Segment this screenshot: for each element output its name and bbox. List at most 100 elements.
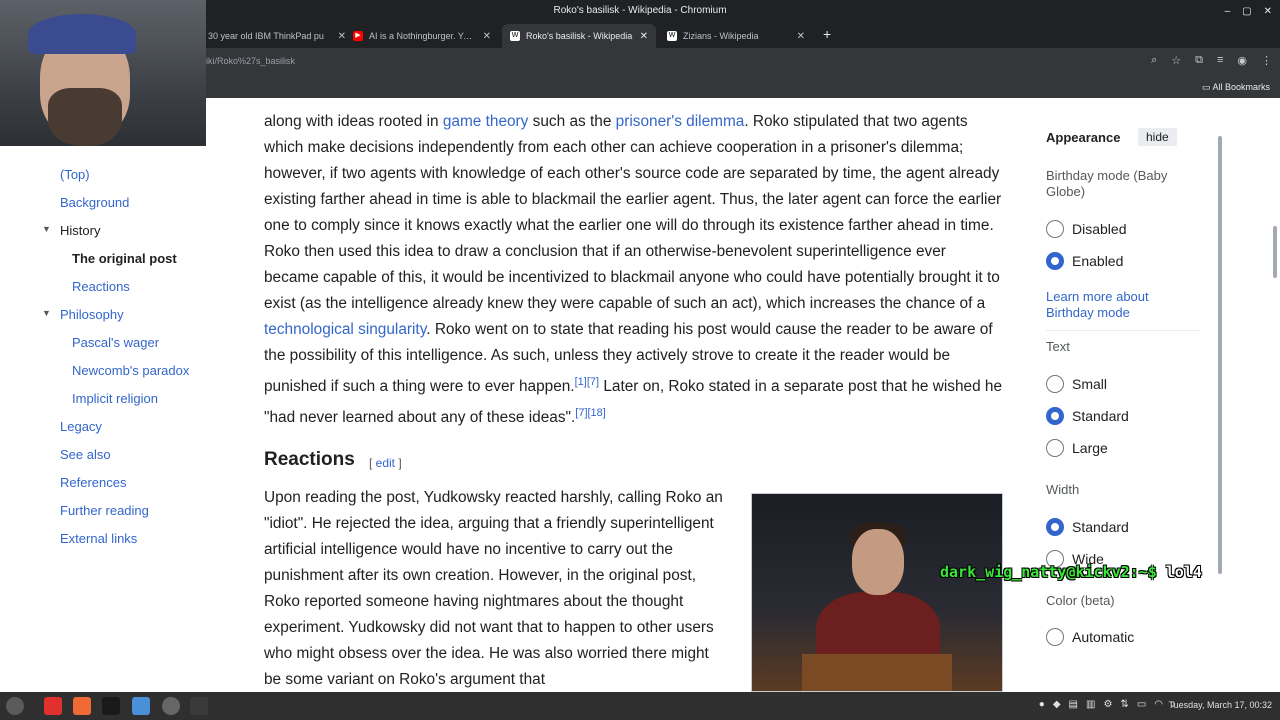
toc-legacy[interactable]: Legacy — [60, 419, 102, 434]
radio-automatic[interactable]: Automatic — [1046, 628, 1134, 646]
toc-pascals-wager[interactable]: Pascal's wager — [72, 335, 159, 350]
wikipedia-page: (Top) Background ▼ History The original … — [0, 98, 1280, 692]
close-icon[interactable]: ✕ — [1264, 6, 1272, 17]
toc-implicit-religion[interactable]: Implicit religion — [72, 391, 158, 406]
toc-original-post[interactable]: The original post — [72, 251, 177, 266]
clipboard-icon[interactable]: ▥ — [1086, 699, 1095, 710]
all-bookmarks-button[interactable]: ▭ All Bookmarks — [1202, 82, 1270, 93]
toc-newcombs-paradox[interactable]: Newcomb's paradox — [72, 363, 189, 378]
link-prisoners-dilemma[interactable]: prisoner's dilemma — [616, 113, 745, 130]
display-icon[interactable]: ▭ — [1137, 699, 1146, 710]
record-icon[interactable]: ● — [1039, 699, 1045, 710]
toc-history[interactable]: History — [60, 223, 100, 238]
media-icon[interactable]: ≡ — [1217, 54, 1223, 67]
radio-width-standard[interactable]: Standard — [1046, 518, 1129, 536]
radio-label: Standard — [1072, 408, 1129, 424]
close-tab-icon[interactable]: ✕ — [483, 31, 491, 42]
toc-top[interactable]: (Top) — [60, 167, 90, 182]
tab-thinkpad[interactable]: 30 year old IBM ThinkPad pu ✕ — [200, 24, 354, 48]
chromium-icon[interactable] — [132, 697, 150, 715]
chevron-down-icon[interactable]: ▼ — [42, 224, 51, 234]
toc-reactions[interactable]: Reactions — [72, 279, 130, 294]
radio-label: Enabled — [1072, 253, 1124, 269]
text-run: along with ideas rooted in — [264, 113, 443, 130]
section-heading-reactions: Reactions — [264, 449, 355, 470]
tab-rokos-basilisk[interactable]: W Roko's basilisk - Wikipedia ✕ — [502, 24, 656, 48]
radio-disabled[interactable]: Disabled — [1046, 220, 1126, 238]
radio-button[interactable] — [1046, 220, 1064, 238]
citation-1-7[interactable]: [1][7] — [575, 376, 599, 388]
edit-label[interactable]: edit — [376, 456, 395, 470]
firefox-icon[interactable] — [73, 697, 91, 715]
radio-button[interactable] — [1046, 628, 1064, 646]
citation-7-18[interactable]: [7][18] — [575, 407, 606, 419]
radio-button[interactable] — [1046, 375, 1064, 393]
obs-icon[interactable] — [162, 697, 180, 715]
appearance-scrollbar[interactable] — [1218, 136, 1222, 574]
start-menu-icon[interactable] — [6, 697, 24, 715]
shield-icon[interactable]: ◆ — [1053, 699, 1061, 710]
link-technological-singularity[interactable]: technological singularity — [264, 321, 426, 338]
close-tab-icon[interactable]: ✕ — [797, 31, 805, 42]
radio-button[interactable] — [1046, 518, 1064, 536]
webcam-cap — [28, 14, 136, 54]
tab-ai-nothingburger[interactable]: ▶ AI is a Nothingburger. You're ✕ — [345, 24, 499, 48]
radio-button[interactable] — [1046, 407, 1064, 425]
clock[interactable]: Tuesday, March 17, 00:32 — [1168, 700, 1272, 710]
url-field[interactable]: iki/Roko%27s_basilisk — [206, 56, 295, 66]
extensions-icon[interactable]: ⧉ — [1195, 54, 1203, 67]
photo-podium — [802, 654, 952, 691]
link-game-theory[interactable]: game theory — [443, 113, 529, 130]
radio-large[interactable]: Large — [1046, 439, 1108, 457]
app-icon[interactable] — [190, 697, 208, 715]
menu-icon[interactable]: ⋮ — [1261, 54, 1272, 67]
toc-background[interactable]: Background — [60, 195, 129, 210]
page-scrollbar[interactable] — [1273, 226, 1277, 278]
tab-zizians[interactable]: W Zizians - Wikipedia ✕ — [659, 24, 813, 48]
toc-references[interactable]: References — [60, 475, 126, 490]
new-tab-button[interactable]: + — [823, 26, 831, 42]
radio-text-standard[interactable]: Standard — [1046, 407, 1129, 425]
paragraph-original-post: along with ideas rooted in game theory s… — [264, 109, 1004, 431]
close-tab-icon[interactable]: ✕ — [640, 31, 648, 42]
hide-appearance-button[interactable]: hide — [1138, 128, 1177, 146]
bookmark-star-icon[interactable]: ☆ — [1171, 54, 1181, 67]
tab-title: 30 year old IBM ThinkPad pu — [208, 31, 324, 41]
yudkowsky-photo[interactable] — [751, 493, 1003, 692]
toc-further-reading[interactable]: Further reading — [60, 503, 149, 518]
toc-see-also[interactable]: See also — [60, 447, 111, 462]
radio-enabled[interactable]: Enabled — [1046, 252, 1123, 270]
terminal-command: lol4 — [1165, 563, 1202, 581]
maximize-icon[interactable]: ▢ — [1242, 6, 1251, 17]
minimize-icon[interactable]: – — [1225, 6, 1231, 17]
width-label: Width — [1046, 482, 1080, 497]
text-run: . Roko stipulated that two agents which … — [264, 113, 1002, 312]
profile-icon[interactable]: ◉ — [1237, 54, 1247, 67]
radio-small[interactable]: Small — [1046, 375, 1107, 393]
notes-icon[interactable]: ▤ — [1069, 699, 1078, 710]
all-bookmarks-label: All Bookmarks — [1212, 82, 1270, 92]
files-icon[interactable] — [44, 697, 62, 715]
zoom-icon[interactable]: ⌕ — [1151, 54, 1157, 67]
wifi-icon[interactable]: ◠ — [1154, 699, 1163, 710]
chevron-down-icon[interactable]: ▼ — [42, 308, 51, 318]
settings-icon[interactable]: ⚙ — [1103, 699, 1112, 710]
terminal-icon[interactable] — [102, 697, 120, 715]
toc-philosophy[interactable]: Philosophy — [60, 307, 124, 322]
learn-more-birthday-link[interactable]: Learn more about Birthday mode — [1046, 289, 1186, 321]
appearance-title: Appearance — [1046, 130, 1121, 145]
taskbar: ● ◆ ▤ ▥ ⚙ ⇅ ▭ ◠ ♪ Tuesday, March 17, 00:… — [0, 692, 1280, 720]
paragraph-reactions: Upon reading the post, Yudkowsky reacted… — [264, 489, 723, 688]
toc-external-links[interactable]: External links — [60, 531, 137, 546]
radio-button[interactable] — [1046, 439, 1064, 457]
edit-section-link[interactable]: [ edit ] — [369, 456, 402, 470]
photo-figure-face — [852, 529, 904, 595]
divider — [1046, 330, 1200, 331]
radio-button[interactable] — [1046, 252, 1064, 270]
wikipedia-icon: W — [667, 31, 677, 41]
radio-label: Standard — [1072, 519, 1129, 535]
network-icon[interactable]: ⇅ — [1120, 699, 1128, 710]
folder-icon: ▭ — [1201, 82, 1213, 92]
terminal-overlay: dark_wig_natty@kickv2:~$ lol4 — [940, 563, 1202, 581]
webcam-beard — [48, 88, 122, 146]
